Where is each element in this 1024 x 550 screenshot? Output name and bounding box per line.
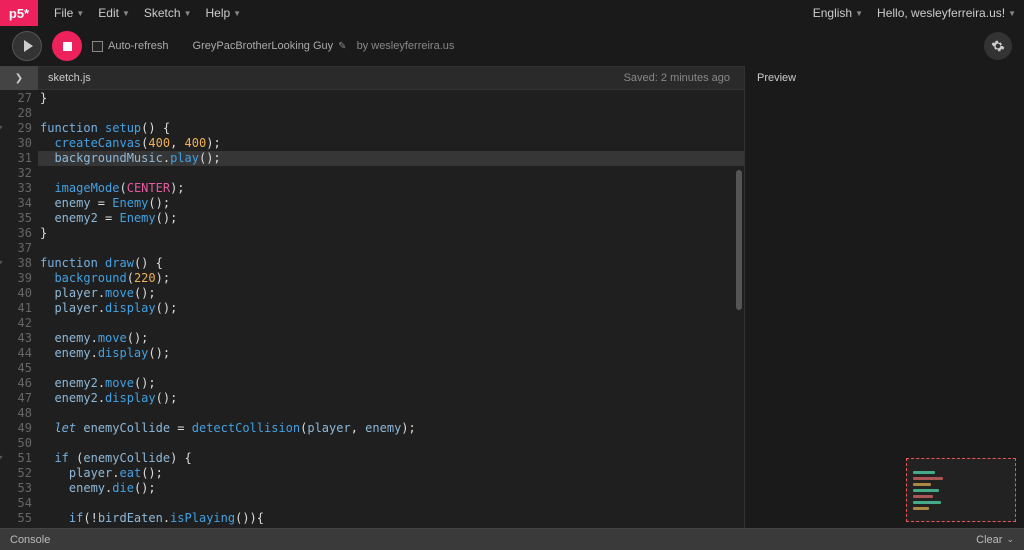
menu-sketch[interactable]: Sketch▼	[144, 6, 192, 20]
file-tab-bar: ❯ sketch.js Saved: 2 minutes ago Preview	[0, 66, 1024, 90]
chevron-down-icon: ▼	[184, 9, 192, 18]
preview-pane	[744, 90, 1024, 528]
play-button[interactable]	[12, 31, 42, 61]
scrollbar-thumb[interactable]	[736, 170, 742, 310]
gear-icon	[991, 39, 1005, 53]
chevron-right-icon: ❯	[15, 73, 23, 84]
sketch-author: by wesleyferreira.us	[357, 40, 455, 52]
stop-button[interactable]	[52, 31, 82, 61]
sketch-name[interactable]: GreyPacBrotherLooking Guy ✎	[193, 40, 347, 52]
checkbox-icon[interactable]	[92, 41, 103, 52]
top-menu-bar: p5* File▼ Edit▼ Sketch▼ Help▼ English▼ H…	[0, 0, 1024, 26]
editor-area: 272829▾303132333435363738▾39404142434445…	[0, 90, 1024, 528]
p5-logo[interactable]: p5*	[0, 0, 38, 26]
save-status: Saved: 2 minutes ago	[624, 72, 744, 84]
chevron-down-icon: ▼	[122, 9, 130, 18]
stop-icon	[63, 42, 72, 51]
preview-thumbnail[interactable]	[906, 458, 1016, 522]
toolbar: Auto-refresh GreyPacBrotherLooking Guy ✎…	[0, 26, 1024, 66]
chevron-down-icon: ⌄	[1006, 534, 1014, 545]
language-selector[interactable]: English▼	[813, 6, 863, 20]
author-link[interactable]: wesleyferreira.us	[371, 40, 454, 52]
menu-edit[interactable]: Edit▼	[98, 6, 130, 20]
chevron-down-icon: ▼	[1008, 9, 1016, 18]
preview-header: Preview	[744, 66, 1024, 90]
menu-help[interactable]: Help▼	[205, 6, 241, 20]
settings-button[interactable]	[984, 32, 1012, 60]
autorefresh-toggle[interactable]: Auto-refresh	[92, 40, 169, 52]
chevron-down-icon: ▼	[855, 9, 863, 18]
user-greeting[interactable]: Hello, wesleyferreira.us!▼	[877, 6, 1016, 20]
pencil-icon[interactable]: ✎	[338, 41, 346, 52]
console-label: Console	[10, 534, 50, 546]
console-bar[interactable]: Console Clear ⌄	[0, 528, 1024, 550]
autorefresh-label: Auto-refresh	[108, 40, 169, 52]
expand-sidebar-button[interactable]: ❯	[0, 66, 38, 90]
code-content[interactable]: }function setup() { createCanvas(400, 40…	[38, 90, 744, 528]
clear-console-button[interactable]: Clear ⌄	[976, 534, 1014, 546]
active-file-tab[interactable]: sketch.js	[38, 72, 101, 84]
chevron-down-icon: ▼	[233, 9, 241, 18]
chevron-down-icon: ▼	[76, 9, 84, 18]
right-menu: English▼ Hello, wesleyferreira.us!▼	[813, 6, 1016, 20]
play-icon	[24, 40, 33, 52]
code-editor[interactable]: 272829▾303132333435363738▾39404142434445…	[0, 90, 744, 528]
menu-file[interactable]: File▼	[54, 6, 84, 20]
main-menu: File▼ Edit▼ Sketch▼ Help▼	[54, 6, 241, 20]
line-number-gutter: 272829▾303132333435363738▾39404142434445…	[0, 90, 38, 528]
